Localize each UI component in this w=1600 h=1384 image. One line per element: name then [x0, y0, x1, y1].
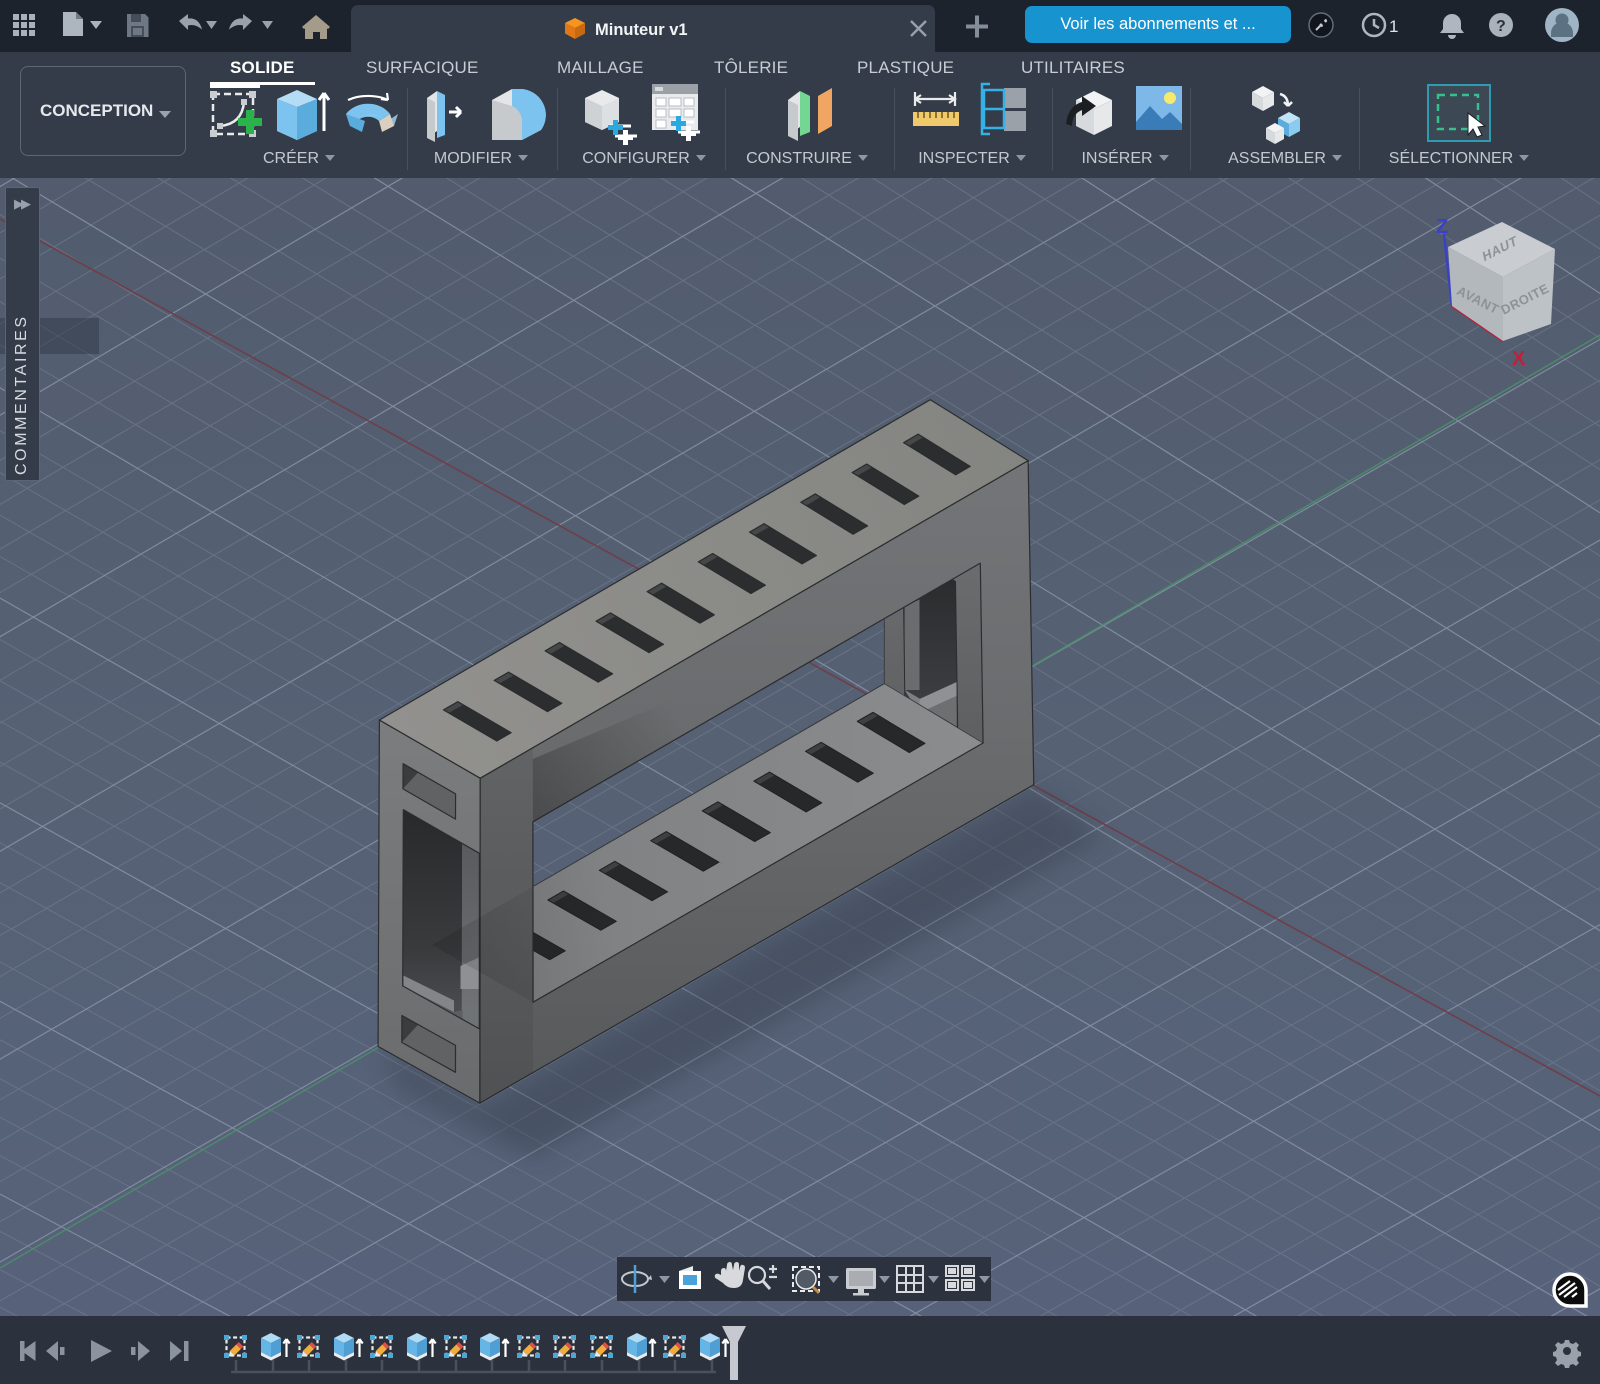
svg-text:?: ? [1496, 18, 1506, 35]
svg-text:Minuteur v1: Minuteur v1 [595, 21, 688, 39]
svg-text:Z: Z [1436, 216, 1448, 238]
svg-text:X: X [1512, 348, 1526, 370]
svg-text:1: 1 [1389, 17, 1398, 36]
